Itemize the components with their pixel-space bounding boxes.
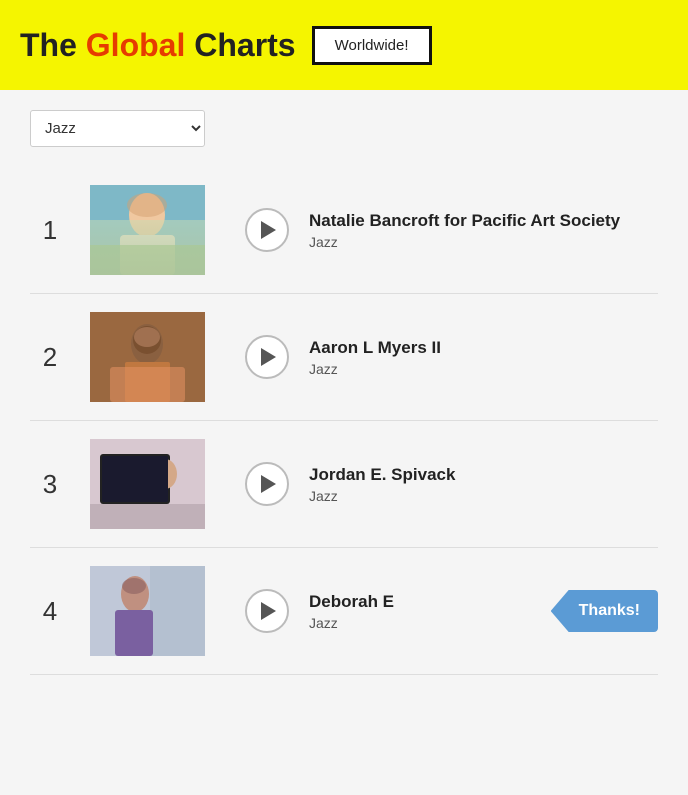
play-button[interactable]: [245, 335, 289, 379]
play-icon: [261, 475, 276, 493]
play-button[interactable]: [245, 208, 289, 252]
chart-thumbnail: [90, 566, 205, 656]
play-icon: [261, 221, 276, 239]
thumbnail-image: [90, 439, 205, 529]
thanks-badge: Thanks!: [551, 590, 658, 632]
play-button[interactable]: [245, 589, 289, 633]
chart-thumbnail: [90, 185, 205, 275]
chart-info: Aaron L Myers II Jazz: [309, 338, 658, 377]
chart-rank: 4: [30, 596, 70, 627]
chart-item: 4 Deborah E Jazz Thanks!: [30, 548, 658, 675]
chart-thumbnail: [90, 439, 205, 529]
play-icon: [261, 348, 276, 366]
thumbnail-image: [90, 185, 205, 275]
play-icon: [261, 602, 276, 620]
chart-artist-name: Jordan E. Spivack: [309, 465, 658, 485]
chart-rank: 1: [30, 215, 70, 246]
chart-genre-label: Jazz: [309, 234, 658, 250]
chart-rank: 3: [30, 469, 70, 500]
chart-artist-name: Deborah E: [309, 592, 541, 612]
chart-item: 1 Natalie Bancroft for Pacific Art Socie…: [30, 167, 658, 294]
chart-genre-label: Jazz: [309, 615, 541, 631]
thumbnail-image: [90, 566, 205, 656]
app-title: The Global Charts: [20, 27, 296, 64]
chart-item: 3 Jordan E. Spivack Jazz: [30, 421, 658, 548]
play-button[interactable]: [245, 462, 289, 506]
title-suffix: Charts: [185, 27, 295, 63]
chart-artist-name: Aaron L Myers II: [309, 338, 658, 358]
thanks-label: Thanks!: [551, 590, 658, 632]
genre-dropdown[interactable]: Jazz Pop Rock Classical Blues Country: [30, 110, 205, 147]
chart-thumbnail: [90, 312, 205, 402]
chart-item: 2 Aaron L Myers II Jazz: [30, 294, 658, 421]
chart-info: Deborah E Jazz: [309, 592, 541, 631]
title-highlight: Global: [86, 27, 186, 63]
chart-rank: 2: [30, 342, 70, 373]
chart-info: Jordan E. Spivack Jazz: [309, 465, 658, 504]
chart-artist-name: Natalie Bancroft for Pacific Art Society: [309, 211, 658, 231]
thumbnail-image: [90, 312, 205, 402]
main-content: Jazz Pop Rock Classical Blues Country 1: [0, 90, 688, 795]
worldwide-button[interactable]: Worldwide!: [312, 26, 432, 65]
title-prefix: The: [20, 27, 86, 63]
app-header: The Global Charts Worldwide!: [0, 0, 688, 90]
chart-genre-label: Jazz: [309, 361, 658, 377]
chart-info: Natalie Bancroft for Pacific Art Society…: [309, 211, 658, 250]
chart-list: 1 Natalie Bancroft for Pacific Art Socie…: [30, 167, 658, 675]
chart-genre-label: Jazz: [309, 488, 658, 504]
